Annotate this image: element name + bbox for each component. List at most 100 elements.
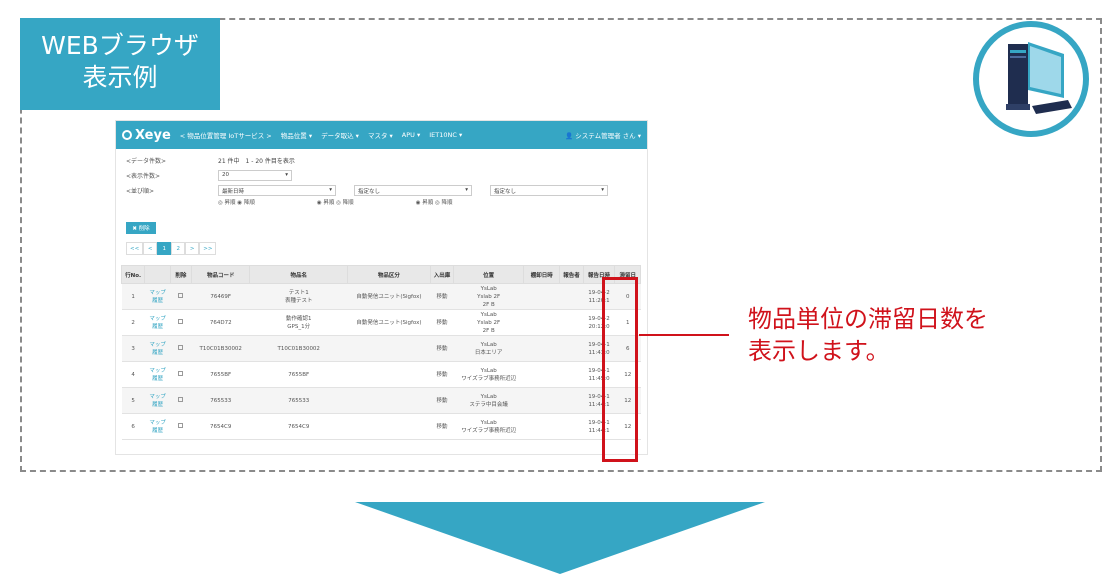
- row-links[interactable]: マップ 履歴: [144, 387, 171, 414]
- page-2[interactable]: 2: [171, 242, 186, 255]
- col-inventory-date[interactable]: 棚卸日時: [523, 265, 561, 284]
- sort-order-3[interactable]: ◉ 昇順 ◎ 降順: [416, 198, 453, 210]
- row-io: 移動: [430, 309, 454, 336]
- row-links[interactable]: マップ 履歴: [144, 309, 171, 336]
- row-position: YsLab Yslab 2F 2F B: [453, 309, 524, 336]
- row-delete-check[interactable]: [170, 335, 192, 362]
- row-reporter: [559, 309, 584, 336]
- per-page-value: 20: [222, 172, 229, 178]
- row-io: 移動: [430, 387, 454, 414]
- row-inventory-date: [523, 283, 560, 310]
- col-reporter[interactable]: 報告者: [559, 265, 584, 284]
- down-arrow-icon: [355, 502, 765, 574]
- row-name: 7655BF: [249, 361, 348, 388]
- sort-select-2-value: 指定なし: [358, 189, 381, 195]
- nav-title[interactable]: < 物品位置管理 IoTサービス >: [180, 130, 272, 140]
- page-last[interactable]: >>: [199, 242, 217, 255]
- sort-select-1-value: 最新日時: [222, 189, 245, 195]
- table-row[interactable]: 3 マップ 履歴 T10C01B30002 T10C01B30002 移動 YsLab 日本エ…: [121, 335, 641, 362]
- row-io: 移動: [430, 283, 454, 310]
- table-body: 1 マップ 履歴 76469F テスト1 表種テスト 自動発信ユニット(Sigfox) 移動 Y…: [121, 283, 641, 440]
- row-links[interactable]: マップ 履歴: [144, 361, 171, 388]
- delete-checkbox[interactable]: [178, 344, 184, 350]
- row-code: 764D72: [191, 309, 250, 336]
- nav-item-device[interactable]: IET10NC ▾: [429, 131, 462, 139]
- nav-item-import[interactable]: データ取込 ▾: [321, 130, 359, 140]
- row-links[interactable]: マップ 履歴: [144, 335, 171, 362]
- row-kind: 自動発信ユニット(Sigfox): [347, 309, 431, 336]
- row-delete-check[interactable]: [170, 413, 192, 440]
- row-delete-check[interactable]: [170, 361, 192, 388]
- chevron-down-icon: ▾: [285, 172, 288, 178]
- delete-button[interactable]: ✖ 削除: [126, 222, 156, 234]
- delete-checkbox[interactable]: [178, 292, 184, 298]
- label-line1: WEBブラウザ: [41, 31, 199, 60]
- callout-line2: 表示します。: [748, 337, 890, 365]
- nav-item-apu[interactable]: APU ▾: [402, 131, 420, 139]
- row-delete-check[interactable]: [170, 387, 192, 414]
- sort-select-3[interactable]: 指定なし ▾: [490, 185, 608, 196]
- sort-row: <並び順> 最新日時 ▾ 指定なし ▾ 指定なし ▾: [126, 183, 637, 198]
- row-links[interactable]: マップ 履歴: [144, 283, 171, 310]
- row-delete-check[interactable]: [170, 309, 192, 336]
- table-row[interactable]: 5 マップ 履歴 765533 765533 移動 YsLab ステラ中目会議 19-04-1 1…: [121, 387, 641, 414]
- row-links[interactable]: マップ 履歴: [144, 413, 171, 440]
- nav-item-location[interactable]: 物品位置 ▾: [281, 130, 312, 140]
- app-navbar: Xeye < 物品位置管理 IoTサービス > 物品位置 ▾ データ取込 ▾ マ…: [116, 121, 647, 149]
- row-kind: [347, 335, 431, 362]
- col-io[interactable]: 入出庫: [429, 265, 455, 284]
- sort-order-2[interactable]: ◉ 昇順 ◎ 降順: [317, 198, 354, 210]
- col-row-no: 行No.: [120, 265, 146, 284]
- page-prev[interactable]: <: [143, 242, 158, 255]
- col-links: [144, 265, 171, 284]
- col-code[interactable]: 物品コード: [191, 265, 251, 284]
- delete-checkbox[interactable]: [178, 422, 184, 428]
- col-delete: 削除: [169, 265, 193, 284]
- user-menu[interactable]: 👤 システム管理者 さん ▾: [565, 130, 641, 140]
- page-1[interactable]: 1: [157, 242, 172, 255]
- row-inventory-date: [523, 309, 560, 336]
- row-delete-check[interactable]: [170, 283, 192, 310]
- row-io: 移動: [430, 335, 454, 362]
- col-name[interactable]: 物品名: [249, 265, 349, 284]
- row-code: 7654C9: [191, 413, 250, 440]
- table-row[interactable]: 1 マップ 履歴 76469F テスト1 表種テスト 自動発信ユニット(Sigfox) 移動 Y…: [121, 283, 641, 310]
- page-first[interactable]: <<: [126, 242, 144, 255]
- per-page-select[interactable]: 20 ▾: [218, 170, 292, 181]
- sort-select-3-value: 指定なし: [494, 189, 517, 195]
- app-logo[interactable]: Xeye: [122, 128, 171, 143]
- callout-line1: 物品単位の滞留日数を: [748, 305, 988, 333]
- desktop-pc-icon: [973, 21, 1089, 137]
- table-row[interactable]: 6 マップ 履歴 7654C9 7654C9 移動 YsLab ワイズラブ事務所近辺 19-04…: [121, 413, 641, 440]
- delete-checkbox[interactable]: [178, 396, 184, 402]
- row-code: 76469F: [191, 283, 250, 310]
- table-row[interactable]: 4 マップ 履歴 7655BF 7655BF 移動 YsLab ワイズラブ事務所近辺 19-04…: [121, 361, 641, 388]
- row-inventory-date: [523, 387, 560, 414]
- row-position: YsLab 日本エリア: [453, 335, 524, 362]
- row-no: 5: [121, 387, 145, 414]
- page-next[interactable]: >: [185, 242, 200, 255]
- row-kind: [347, 361, 431, 388]
- sort-select-2[interactable]: 指定なし ▾: [354, 185, 472, 196]
- chevron-down-icon: ▾: [329, 187, 332, 193]
- row-name: T10C01B30002: [249, 335, 348, 362]
- col-kind[interactable]: 物品区分: [347, 265, 431, 284]
- table-header: 行No. 削除 物品コード 物品名 物品区分 入出庫 位置 棚卸日時 報告者 報…: [120, 265, 641, 284]
- logo-text: Xeye: [135, 127, 171, 143]
- row-reporter: [559, 387, 584, 414]
- row-code: 765533: [191, 387, 250, 414]
- row-reporter: [559, 413, 584, 440]
- delete-checkbox[interactable]: [178, 318, 184, 324]
- row-no: 1: [121, 283, 145, 310]
- col-position[interactable]: 位置: [453, 265, 525, 284]
- table-row[interactable]: 2 マップ 履歴 764D72 動作確認1 GPS_1分 自動発信ユニット(Sigfox) 移…: [121, 309, 641, 336]
- row-no: 4: [121, 361, 145, 388]
- chevron-down-icon: ▾: [465, 187, 468, 193]
- sort-order-1[interactable]: ◎ 昇順 ◉ 降順: [218, 198, 255, 210]
- delete-checkbox[interactable]: [178, 370, 184, 376]
- row-no: 6: [121, 413, 145, 440]
- nav-item-master[interactable]: マスタ ▾: [368, 130, 393, 140]
- row-code: 7655BF: [191, 361, 250, 388]
- item-table: 行No. 削除 物品コード 物品名 物品区分 入出庫 位置 棚卸日時 報告者 報…: [120, 265, 641, 440]
- sort-select-1[interactable]: 最新日時 ▾: [218, 185, 336, 196]
